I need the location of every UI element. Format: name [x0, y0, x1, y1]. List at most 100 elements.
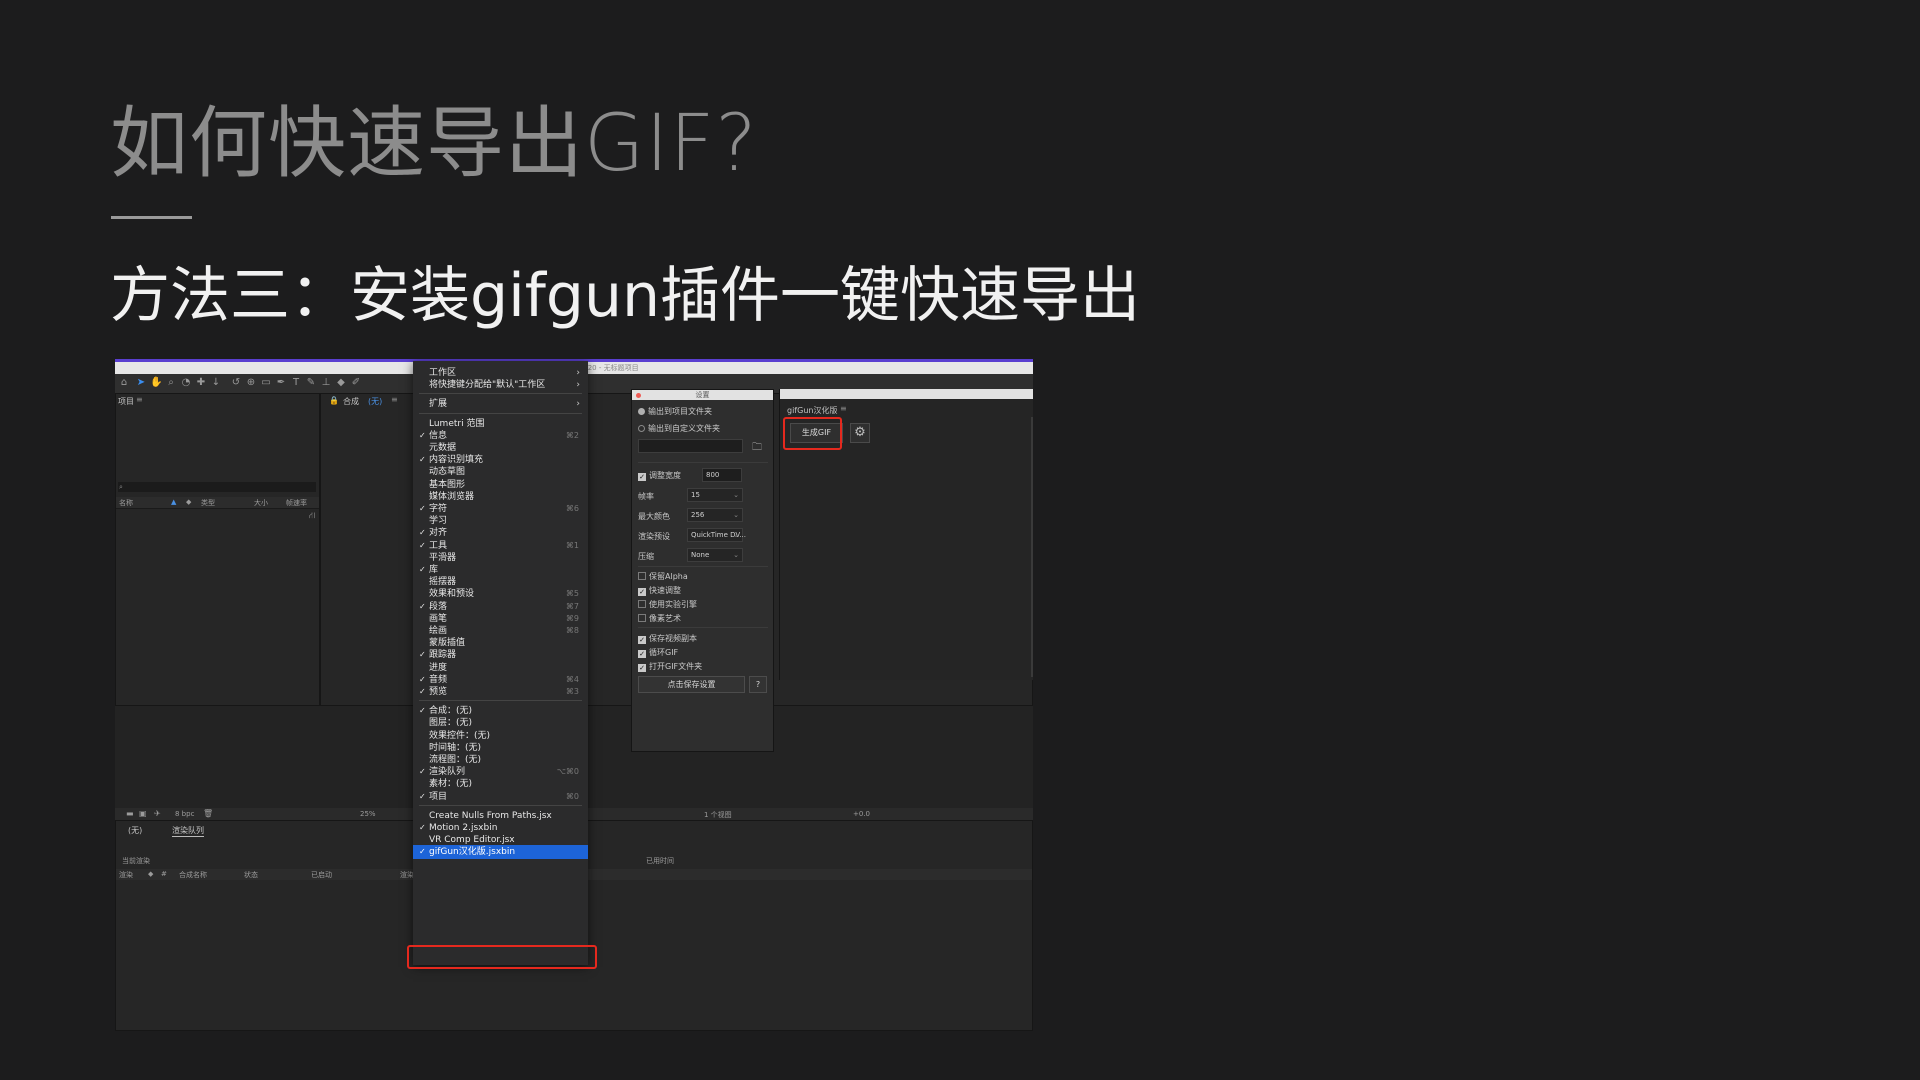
slide-title: 如何快速导出GIF? [110, 99, 758, 189]
anchor-tool-icon[interactable]: ⊕ [245, 377, 257, 389]
compress-select[interactable]: None ⌄ [687, 548, 743, 562]
panel-menu-icon[interactable]: ≡ [136, 395, 143, 404]
flowchart-icon[interactable]: ⛙ [309, 511, 315, 522]
menu-item[interactable]: ✓ gifGun汉化版.jsxbin [413, 845, 588, 860]
checkbox-keep-alpha[interactable]: 保留Alpha [638, 571, 688, 582]
menu-item-label: 项目 [429, 791, 448, 802]
checkbox-adjust-width[interactable]: ✓ 调整宽度 [638, 470, 681, 481]
menu-item[interactable]: ✓ 预览 ⌘3 [413, 685, 588, 699]
menu-separator [419, 700, 582, 702]
hand-tool-icon[interactable]: ✋ [150, 377, 162, 389]
project-footer: ▬ ▣ ✈ 8 bpc 🗑 [115, 808, 320, 820]
window-menu: 工作区 › 将快捷键分配给"默认"工作区 › 扩展 › Lumetri 范围 ✓ 信息 ⌘2 元数据… [413, 361, 588, 965]
bit-depth-label[interactable]: 8 bpc [175, 810, 194, 818]
column-type[interactable]: 类型 [201, 498, 215, 508]
folder-icon[interactable]: ▬ [126, 809, 134, 818]
trash-icon[interactable]: 🗑 [203, 809, 213, 818]
check-icon: ✓ [638, 636, 646, 644]
comp-menu-icon[interactable]: ≡ [391, 395, 398, 404]
project-search-input[interactable] [118, 482, 316, 492]
max-colors-select[interactable]: 256 ⌄ [687, 508, 743, 522]
help-button[interactable]: ? [749, 676, 767, 693]
brush-tool-icon[interactable]: ✎ [305, 377, 317, 389]
menu-item-shortcut: ⌘0 [565, 791, 579, 801]
check-icon: ✓ [638, 650, 646, 658]
custom-folder-path-input[interactable] [638, 439, 743, 453]
slide-subtitle: 方法三：安装gifgun插件一键快速导出 [110, 261, 1141, 331]
roto-tool-icon[interactable]: ✐ [350, 377, 362, 389]
checkbox-open-gif-folder[interactable]: ✓ 打开GIF文件夹 [638, 661, 702, 672]
folder-browse-icon[interactable]: 🗀 [752, 440, 762, 457]
view-count[interactable]: 1 个视图 [704, 810, 732, 820]
column-status[interactable]: 状态 [244, 870, 258, 880]
column-fps[interactable]: 帧速率 [286, 498, 307, 508]
title-underline [111, 216, 192, 219]
checkbox-loop-gif[interactable]: ✓ 循环GIF [638, 647, 678, 658]
interpret-icon[interactable]: ✈ [154, 809, 161, 818]
checkbox-icon [638, 600, 646, 608]
column-started[interactable]: 已启动 [311, 870, 332, 880]
comp-tab-label[interactable]: 合成 [343, 396, 359, 407]
zoom-tool-icon[interactable]: ⌕ [165, 377, 177, 389]
dolly-tool-icon[interactable]: ↓ [210, 377, 222, 389]
column-render[interactable]: 渲染 [119, 870, 133, 880]
checkbox-icon [638, 572, 646, 580]
menu-item-label: 扩展 [429, 399, 448, 410]
stamp-tool-icon[interactable]: ⊥ [320, 377, 332, 389]
rectangle-tool-icon[interactable]: ▭ [260, 377, 272, 389]
menu-item-label: gifGun汉化版.jsxbin [429, 847, 516, 858]
checkbox-save-video-copy[interactable]: ✓ 保存视频副本 [638, 633, 697, 644]
radio-output-custom-folder[interactable]: 输出到自定义文件夹 [638, 423, 720, 434]
gifgun-settings-dialog: 设置 输出到项目文件夹 输出到自定义文件夹 🗀 ✓ 调整宽度 800 帧率 15 ⌄… [631, 389, 774, 752]
tab-render-queue[interactable]: 渲染队列 [172, 825, 204, 837]
render-preset-select[interactable]: QuickTime DV... ⌄ [687, 528, 746, 542]
checkbox-pixel-art[interactable]: 像素艺术 [638, 613, 681, 624]
close-icon[interactable] [636, 393, 641, 398]
orbit-tool-icon[interactable]: ◔ [180, 377, 192, 389]
panel-menu-icon[interactable]: ≡ [840, 404, 847, 413]
menu-item[interactable]: ✓ 项目 ⌘0 [413, 790, 588, 804]
check-icon: ✓ [638, 473, 646, 481]
generate-gif-callout [783, 417, 842, 450]
column-number[interactable]: # [161, 870, 167, 878]
radio-output-project-folder[interactable]: 输出到项目文件夹 [638, 406, 712, 417]
eraser-tool-icon[interactable]: ◆ [335, 377, 347, 389]
checkmark-icon: ✓ [419, 687, 426, 696]
max-colors-label: 最大颜色 [638, 512, 670, 521]
search-icon: ⌕ [119, 483, 123, 491]
scrollbar[interactable] [1031, 417, 1033, 677]
divider [638, 627, 768, 628]
menu-item-shortcut: ⌘3 [565, 687, 579, 696]
save-settings-button[interactable]: 点击保存设置 [638, 676, 745, 693]
exposure-value[interactable]: +0.0 [853, 810, 870, 818]
radio-icon [638, 425, 645, 432]
divider [638, 566, 768, 567]
menu-item[interactable]: 扩展 › [413, 397, 588, 411]
column-size[interactable]: 大小 [254, 498, 268, 508]
zoom-level[interactable]: 25% [360, 810, 376, 818]
tab-none[interactable]: (无) [128, 825, 142, 836]
chevron-down-icon: ⌄ [733, 511, 739, 519]
type-tool-icon[interactable]: T [290, 377, 302, 389]
lock-icon[interactable]: 🔒 [329, 396, 339, 405]
menu-item[interactable]: 将快捷键分配给"默认"工作区 › [413, 378, 588, 392]
rotate-tool-icon[interactable]: ↺ [230, 377, 242, 389]
column-name[interactable]: 名称 [119, 498, 133, 508]
new-comp-icon[interactable]: ▣ [139, 809, 147, 818]
after-effects-screenshot: Adobe After Effects 2020 - 无标题项目 ⌂ ➤ ✋ ⌕… [115, 359, 1033, 1031]
label-tag-icon: ◆ [186, 498, 192, 506]
width-input[interactable]: 800 [702, 468, 742, 482]
checkbox-fast-adjust[interactable]: ✓ 快速调整 [638, 585, 681, 596]
selection-tool-icon[interactable]: ➤ [135, 377, 147, 389]
checkbox-icon [638, 614, 646, 622]
gear-icon[interactable]: ⚙ [850, 423, 870, 443]
pan-tool-icon[interactable]: ✚ [195, 377, 207, 389]
pen-tool-icon[interactable]: ✒ [275, 377, 287, 389]
home-icon[interactable]: ⌂ [118, 377, 130, 389]
sort-asc-icon: ▲ [171, 498, 177, 506]
column-comp-name[interactable]: 合成名称 [179, 870, 207, 880]
fps-select[interactable]: 15 ⌄ [687, 488, 743, 502]
gifgun-panel-title: gifGun汉化版 [787, 406, 838, 415]
checkbox-experimental-engine[interactable]: 使用实验引擎 [638, 599, 697, 610]
chevron-down-icon: ⌄ [733, 531, 739, 539]
